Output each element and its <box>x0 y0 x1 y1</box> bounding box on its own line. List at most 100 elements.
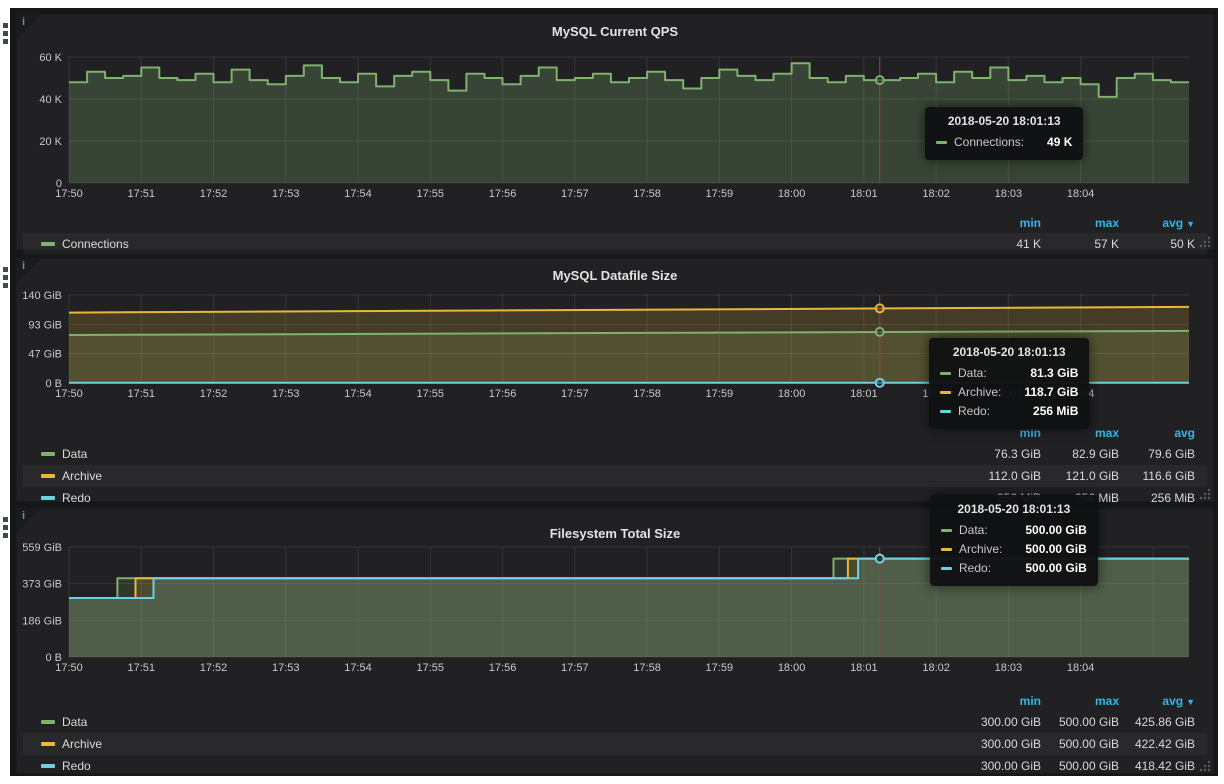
stat-header-min[interactable]: min <box>963 426 1041 440</box>
stat-min-value: 112.0 GiB <box>963 469 1041 483</box>
stat-max-value: 121.0 GiB <box>1041 469 1119 483</box>
stat-max-value: 500.00 GiB <box>1041 759 1119 773</box>
stat-header-avg[interactable]: avg <box>1119 426 1195 440</box>
legend-label: Redo <box>62 759 91 773</box>
legend-item-connections[interactable]: Connections <box>41 237 963 251</box>
legend-row-redo: Redo 256 MiB 256 MiB 256 MiB <box>23 487 1207 509</box>
stat-min-value: 41 K <box>963 237 1041 251</box>
svg-text:18:01: 18:01 <box>850 662 878 674</box>
datafile-graph-canvas[interactable]: 0 B47 GiB93 GiB140 GiB17:5017:5117:5217:… <box>23 287 1203 401</box>
svg-text:17:53: 17:53 <box>272 388 300 400</box>
stat-header-min[interactable]: min <box>963 216 1041 230</box>
legend-item-data[interactable]: Data <box>41 447 963 461</box>
svg-text:18:03: 18:03 <box>995 188 1023 200</box>
svg-text:18:02: 18:02 <box>922 388 950 400</box>
panel-title[interactable]: MySQL Datafile Size <box>17 268 1213 283</box>
stat-header-max[interactable]: max <box>1041 216 1119 230</box>
legend-header-row: min max avg▼ <box>23 213 1207 233</box>
panel-mysql-datafile-size: i MySQL Datafile Size 0 B47 GiB93 GiB140… <box>16 258 1214 502</box>
svg-text:18:00: 18:00 <box>778 662 806 674</box>
stat-header-max[interactable]: max <box>1041 694 1119 708</box>
svg-text:17:59: 17:59 <box>706 662 734 674</box>
stat-max-value: 500.00 GiB <box>1041 715 1119 729</box>
svg-text:140 GiB: 140 GiB <box>23 290 62 302</box>
legend-table: min max avg▼ Data 300.00 GiB 500.00 GiB … <box>23 691 1207 777</box>
stat-avg-value: 425.86 GiB <box>1119 715 1195 729</box>
stat-avg-value: 256 MiB <box>1119 491 1195 505</box>
panel-title[interactable]: MySQL Current QPS <box>17 24 1213 39</box>
legend-label: Archive <box>62 469 102 483</box>
svg-text:17:54: 17:54 <box>344 662 372 674</box>
legend-color-dash[interactable] <box>41 720 55 724</box>
svg-text:17:50: 17:50 <box>55 188 83 200</box>
svg-text:17:55: 17:55 <box>417 662 445 674</box>
stat-header-min[interactable]: min <box>963 694 1041 708</box>
legend-color-dash[interactable] <box>41 742 55 746</box>
svg-text:17:51: 17:51 <box>127 662 155 674</box>
svg-text:60 K: 60 K <box>39 52 62 64</box>
svg-text:18:04: 18:04 <box>1067 188 1095 200</box>
legend-label: Data <box>62 447 87 461</box>
svg-text:17:57: 17:57 <box>561 662 589 674</box>
row-drag-handle-icon[interactable] <box>3 517 9 541</box>
legend-item-data[interactable]: Data <box>41 715 963 729</box>
legend-color-dash[interactable] <box>41 474 55 478</box>
svg-text:18:00: 18:00 <box>778 188 806 200</box>
legend-color-dash[interactable] <box>41 452 55 456</box>
legend-label: Redo <box>62 491 91 505</box>
svg-text:17:54: 17:54 <box>344 388 372 400</box>
stat-header-avg-label: avg <box>1162 694 1183 708</box>
stat-header-avg[interactable]: avg▼ <box>1119 216 1195 230</box>
panel-mysql-current-qps: i MySQL Current QPS 020 K40 K60 K17:5017… <box>16 14 1214 250</box>
row-drag-handle-icon[interactable] <box>3 23 9 47</box>
legend-row-data: Data 76.3 GiB 82.9 GiB 79.6 GiB <box>23 443 1207 465</box>
svg-text:17:56: 17:56 <box>489 388 517 400</box>
svg-text:17:50: 17:50 <box>55 662 83 674</box>
legend-header-row: min max avg▼ <box>23 691 1207 711</box>
legend-row-connections: Connections 41 K 57 K 50 K <box>23 233 1207 255</box>
svg-text:18:02: 18:02 <box>922 662 950 674</box>
svg-text:17:55: 17:55 <box>417 388 445 400</box>
legend-item-archive[interactable]: Archive <box>41 737 963 751</box>
legend-table: min max avg Data 76.3 GiB 82.9 GiB 79.6 … <box>23 423 1207 509</box>
svg-text:20 K: 20 K <box>39 136 62 148</box>
panel-resize-handle[interactable] <box>1199 487 1211 499</box>
svg-text:47 GiB: 47 GiB <box>28 348 62 360</box>
legend-table: min max avg▼ Connections 41 K 57 K 50 K <box>23 213 1207 255</box>
svg-text:18:00: 18:00 <box>778 388 806 400</box>
panel-resize-handle[interactable] <box>1199 235 1211 247</box>
stat-max-value: 57 K <box>1041 237 1119 251</box>
qps-graph-canvas[interactable]: 020 K40 K60 K17:5017:5117:5217:5317:5417… <box>23 49 1203 201</box>
svg-text:93 GiB: 93 GiB <box>28 320 62 332</box>
legend-row-redo: Redo 300.00 GiB 500.00 GiB 418.42 GiB <box>23 755 1207 777</box>
legend-item-archive[interactable]: Archive <box>41 469 963 483</box>
legend-color-dash[interactable] <box>41 242 55 246</box>
filesystem-graph-canvas[interactable]: 0 B186 GiB373 GiB559 GiB17:5017:5117:521… <box>23 539 1203 675</box>
svg-text:17:58: 17:58 <box>633 388 661 400</box>
stat-header-avg[interactable]: avg▼ <box>1119 694 1195 708</box>
stat-avg-value: 79.6 GiB <box>1119 447 1195 461</box>
panel-resize-handle[interactable] <box>1199 759 1211 771</box>
legend-row-data: Data 300.00 GiB 500.00 GiB 425.86 GiB <box>23 711 1207 733</box>
legend-color-dash[interactable] <box>41 496 55 500</box>
svg-text:18:03: 18:03 <box>995 662 1023 674</box>
svg-text:18:01: 18:01 <box>850 188 878 200</box>
stat-header-max[interactable]: max <box>1041 426 1119 440</box>
legend-item-redo[interactable]: Redo <box>41 759 963 773</box>
svg-text:373 GiB: 373 GiB <box>23 579 62 591</box>
legend-color-dash[interactable] <box>41 764 55 768</box>
svg-text:17:58: 17:58 <box>633 188 661 200</box>
svg-text:17:53: 17:53 <box>272 662 300 674</box>
legend-label: Connections <box>62 237 129 251</box>
sort-caret-icon: ▼ <box>1186 697 1195 707</box>
stat-avg-value: 418.42 GiB <box>1119 759 1195 773</box>
stat-max-value: 82.9 GiB <box>1041 447 1119 461</box>
legend-item-redo[interactable]: Redo <box>41 491 963 505</box>
stat-min-value: 76.3 GiB <box>963 447 1041 461</box>
svg-text:17:53: 17:53 <box>272 188 300 200</box>
stat-min-value: 300.00 GiB <box>963 715 1041 729</box>
stat-avg-value: 116.6 GiB <box>1119 469 1195 483</box>
stat-min-value: 300.00 GiB <box>963 759 1041 773</box>
row-drag-handle-icon[interactable] <box>3 267 9 291</box>
svg-text:17:59: 17:59 <box>706 188 734 200</box>
